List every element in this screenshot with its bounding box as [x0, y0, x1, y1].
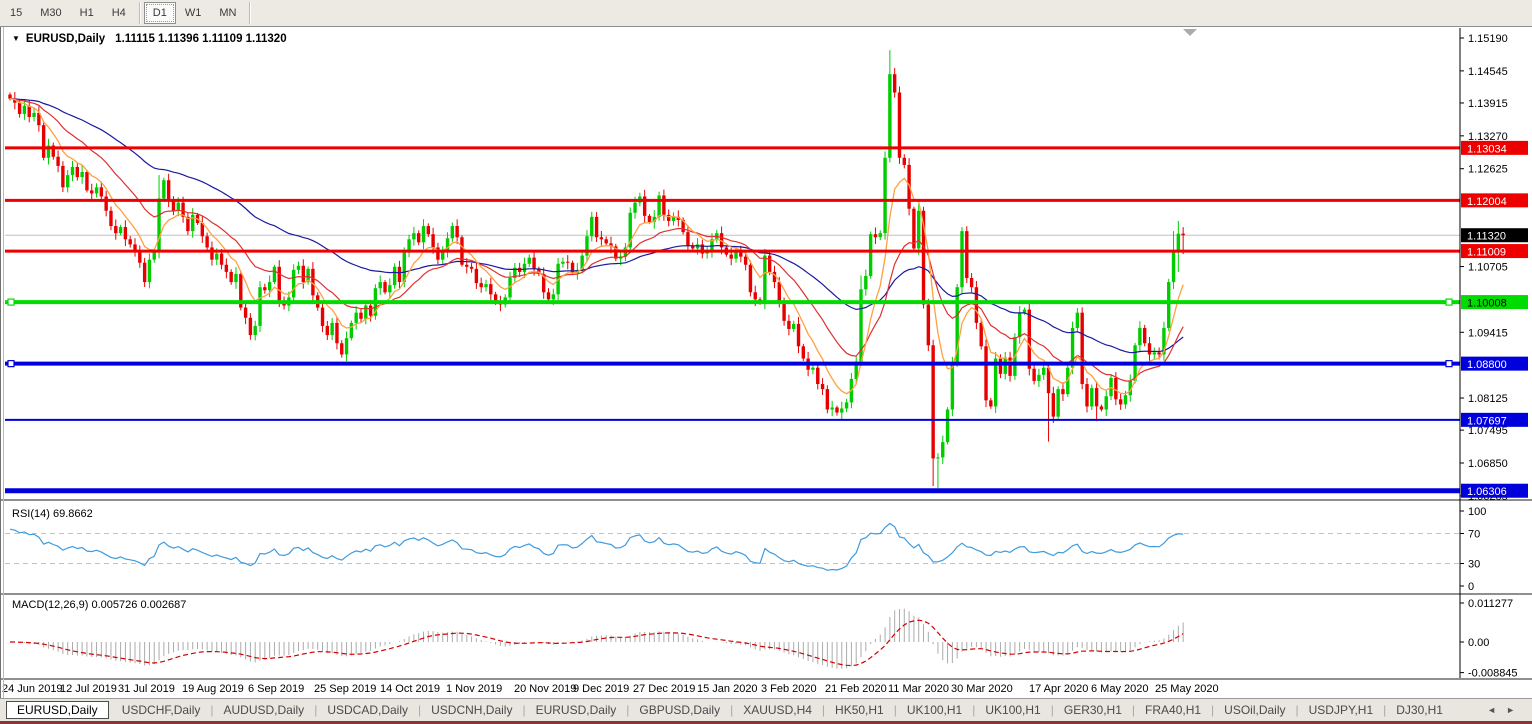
- chart-tab-GER30-H1[interactable]: GER30,H1: [1054, 701, 1132, 719]
- price-tick-1.15190: 1.15190: [1468, 33, 1508, 45]
- macd-main-value: 0.005726: [91, 599, 137, 611]
- date-label: 27 Dec 2019: [633, 683, 695, 695]
- date-label: 14 Oct 2019: [380, 683, 440, 695]
- date-label: 12 Jul 2019: [60, 683, 117, 695]
- date-label: 24 Jun 2019: [2, 683, 63, 695]
- chart-tab-USDCNH-Daily[interactable]: USDCNH,Daily: [421, 701, 522, 719]
- price-tick-1.09415: 1.09415: [1468, 327, 1508, 339]
- chart-tab-UK100-H1[interactable]: UK100,H1: [975, 701, 1050, 719]
- toolbar-separator: [249, 2, 250, 24]
- toolbar-separator: [139, 2, 140, 24]
- price-tick-1.10705: 1.10705: [1468, 262, 1508, 274]
- macd-signal-value: 0.002687: [140, 599, 186, 611]
- level-badge-1.08800-text: 1.08800: [1467, 359, 1507, 371]
- level-badge-1.11009-text: 1.11009: [1467, 247, 1506, 259]
- tab-scroll-left-icon[interactable]: ◄: [1482, 705, 1501, 715]
- date-label: 15 Jan 2020: [697, 683, 758, 695]
- timeframe-toolbar: 15M30H1H4 D1W1MN: [0, 0, 1532, 27]
- date-label: 6 Sep 2019: [248, 683, 304, 695]
- date-label: 6 May 2020: [1091, 683, 1148, 695]
- timeframe-button-15[interactable]: 15: [1, 2, 31, 24]
- price-tick-1.14545: 1.14545: [1468, 66, 1508, 78]
- rsi-value: 69.8662: [53, 508, 93, 520]
- line-handle[interactable]: [1446, 361, 1452, 367]
- macd-indicator-label: MACD(12,26,9) 0.005726 0.002687: [12, 599, 186, 611]
- mt4-window: 15M30H1H4 D1W1MN 1.15190 1.14545 1.13915 1.1…: [0, 0, 1532, 724]
- chart-tab-USDCAD-Daily[interactable]: USDCAD,Daily: [317, 701, 418, 719]
- price-tick-1.08125: 1.08125: [1468, 393, 1508, 405]
- chart-tab-GBPUSD-Daily[interactable]: GBPUSD,Daily: [629, 701, 730, 719]
- timeframe-button-M30[interactable]: M30: [31, 2, 70, 24]
- chart-tab-FRA40-H1[interactable]: FRA40,H1: [1135, 701, 1211, 719]
- rsi-name: RSI(14): [12, 508, 50, 520]
- chart-tab-UK100-H1[interactable]: UK100,H1: [897, 701, 972, 719]
- window-left-border-inner: [3, 27, 4, 698]
- date-label: 11 Mar 2020: [888, 683, 949, 695]
- chart-tab-USDJPY-H1[interactable]: USDJPY,H1: [1299, 701, 1383, 719]
- macd-tick--0.008845: -0.008845: [1468, 668, 1518, 680]
- pane-separator[interactable]: [0, 678, 1532, 680]
- chart-canvas[interactable]: 1.151901.145451.139151.132701.126251.107…: [0, 28, 1532, 698]
- timeframe-button-H1[interactable]: H1: [71, 2, 103, 24]
- chart-tab-EURUSD-Daily[interactable]: EURUSD,Daily: [526, 701, 627, 719]
- level-badge-1.07697-text: 1.07697: [1467, 415, 1507, 427]
- window-left-border: [0, 27, 1, 698]
- chart-tab-XAUUSD-H4[interactable]: XAUUSD,H4: [733, 701, 822, 719]
- timeframe-button-H4[interactable]: H4: [103, 2, 135, 24]
- chart-tab-bar: EURUSD,DailyUSDCHF,Daily|AUDUSD,Daily|US…: [0, 698, 1532, 721]
- symbol-dropdown-icon[interactable]: ▼: [12, 34, 20, 43]
- line-handle[interactable]: [8, 361, 14, 367]
- macd-tick-0.00: 0.00: [1468, 637, 1489, 649]
- date-label: 30 Mar 2020: [951, 683, 1013, 695]
- chart-tab-USDCHF-Daily[interactable]: USDCHF,Daily: [112, 701, 211, 719]
- date-label: 21 Feb 2020: [825, 683, 887, 695]
- rsi-indicator-label: RSI(14) 69.8662: [12, 508, 93, 520]
- chart-tab-DJ30-H1[interactable]: DJ30,H1: [1386, 701, 1453, 719]
- tab-scroll-arrows: ◄►: [1482, 705, 1520, 715]
- date-label: 1 Nov 2019: [446, 683, 502, 695]
- date-label: 3 Feb 2020: [761, 683, 817, 695]
- date-label: 9 Dec 2019: [573, 683, 629, 695]
- price-tick-1.06850: 1.06850: [1468, 458, 1508, 470]
- timeframe-button-MN[interactable]: MN: [210, 2, 245, 24]
- line-handle[interactable]: [8, 299, 14, 305]
- line-handle[interactable]: [1446, 299, 1452, 305]
- chart-tab-AUDUSD-Daily[interactable]: AUDUSD,Daily: [214, 701, 315, 719]
- level-badge-1.13034-text: 1.13034: [1467, 143, 1507, 155]
- timeframe-button-W1[interactable]: W1: [176, 2, 211, 24]
- date-label: 31 Jul 2019: [118, 683, 175, 695]
- level-badge-1.10008-text: 1.10008: [1467, 298, 1507, 310]
- price-tick-1.13915: 1.13915: [1468, 98, 1508, 110]
- chart-title: ▼ EURUSD,Daily 1.11115 1.11396 1.11109 1.1…: [12, 33, 287, 45]
- rsi-tick-30: 30: [1468, 559, 1480, 571]
- rsi-tick-0: 0: [1468, 581, 1474, 593]
- rsi-tick-100: 100: [1468, 506, 1486, 518]
- chart-tab-EURUSD-Daily[interactable]: EURUSD,Daily: [6, 701, 109, 719]
- chart-tab-HK50-H1[interactable]: HK50,H1: [825, 701, 894, 719]
- macd-name: MACD(12,26,9): [12, 599, 88, 611]
- chart-ohlc-readout: 1.11115 1.11396 1.11109 1.11320: [115, 33, 286, 45]
- macd-tick-0.011277: 0.011277: [1468, 598, 1513, 610]
- date-label: 25 May 2020: [1155, 683, 1219, 695]
- timeframe-button-D1[interactable]: D1: [144, 2, 176, 24]
- level-badge-1.12004-text: 1.12004: [1467, 196, 1507, 208]
- date-label: 17 Apr 2020: [1029, 683, 1088, 695]
- chart-tab-USOil-Daily[interactable]: USOil,Daily: [1214, 701, 1295, 719]
- date-axis: 24 Jun 201912 Jul 201931 Jul 2019 19 Aug …: [2, 683, 1219, 695]
- level-badge-1.06306-text: 1.06306: [1467, 486, 1507, 498]
- chart-symbol-label: EURUSD,Daily: [26, 33, 105, 45]
- date-label: 25 Sep 2019: [314, 683, 376, 695]
- current-price-badge-text: 1.11320: [1467, 231, 1506, 243]
- date-label: 20 Nov 2019: [514, 683, 576, 695]
- pane-separator[interactable]: [0, 499, 1532, 501]
- price-tick-1.12625: 1.12625: [1468, 164, 1508, 176]
- chart-window: 1.151901.145451.139151.132701.126251.107…: [0, 27, 1532, 698]
- date-label: 19 Aug 2019: [182, 683, 244, 695]
- rsi-tick-70: 70: [1468, 529, 1480, 541]
- tab-scroll-right-icon[interactable]: ►: [1501, 705, 1520, 715]
- pane-separator[interactable]: [0, 593, 1532, 595]
